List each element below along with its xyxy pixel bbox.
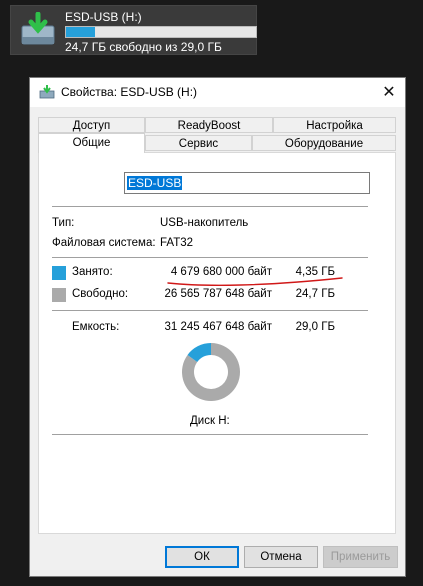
- drive-name: ESD-USB (H:): [65, 10, 142, 24]
- dialog-title: Свойства: ESD-USB (H:): [61, 85, 198, 99]
- capacity-bytes: 31 245 467 648 байт: [164, 321, 272, 333]
- divider: [52, 206, 368, 207]
- close-button[interactable]: ✕: [373, 78, 405, 107]
- disk-label: Диск H:: [190, 415, 230, 427]
- cancel-button[interactable]: Отмена: [244, 546, 318, 568]
- apply-button[interactable]: Применить: [323, 546, 398, 568]
- properties-dialog: Свойства: ESD-USB (H:) ✕ Доступ ReadyBoo…: [29, 77, 406, 577]
- red-underline-annotation: [167, 277, 343, 286]
- used-label: Занято:: [72, 266, 113, 278]
- drive-free-text: 24,7 ГБ свободно из 29,0 ГБ: [65, 40, 222, 54]
- type-label: Тип:: [52, 217, 75, 229]
- tab-general[interactable]: Общие: [38, 133, 145, 153]
- used-space-swatch: [52, 266, 66, 280]
- tab-tools[interactable]: Сервис: [145, 135, 252, 151]
- free-label: Свободно:: [72, 288, 129, 300]
- tab-readyboost[interactable]: ReadyBoost: [145, 117, 273, 133]
- drive-icon: [39, 85, 55, 99]
- drive-tile[interactable]: ESD-USB (H:) 24,7 ГБ свободно из 29,0 ГБ: [10, 5, 257, 55]
- volume-name-text: ESD-USB: [127, 176, 183, 190]
- drive-usage-bar: [65, 26, 257, 38]
- free-bytes: 26 565 787 648 байт: [164, 288, 272, 300]
- tab-hardware[interactable]: Оборудование: [252, 135, 396, 151]
- title-bar[interactable]: Свойства: ESD-USB (H:) ✕: [30, 78, 405, 107]
- divider: [52, 310, 368, 311]
- ok-button[interactable]: ОК: [165, 546, 239, 568]
- tab-access[interactable]: Доступ: [38, 117, 145, 133]
- divider: [52, 257, 368, 258]
- filesystem-value: FAT32: [160, 237, 194, 249]
- capacity-size: 29,0 ГБ: [295, 321, 335, 333]
- tab-customize[interactable]: Настройка: [273, 117, 396, 133]
- divider: [52, 434, 368, 435]
- capacity-label: Емкость:: [72, 321, 120, 333]
- volume-name-input[interactable]: ESD-USB: [124, 172, 370, 194]
- free-space-swatch: [52, 288, 66, 302]
- usb-drive-icon: [21, 12, 55, 45]
- type-value: USB-накопитель: [160, 217, 249, 229]
- usage-donut-chart: [182, 343, 240, 401]
- free-size: 24,7 ГБ: [295, 288, 335, 300]
- drive-usage-fill: [66, 27, 95, 37]
- filesystem-label: Файловая система:: [52, 237, 156, 249]
